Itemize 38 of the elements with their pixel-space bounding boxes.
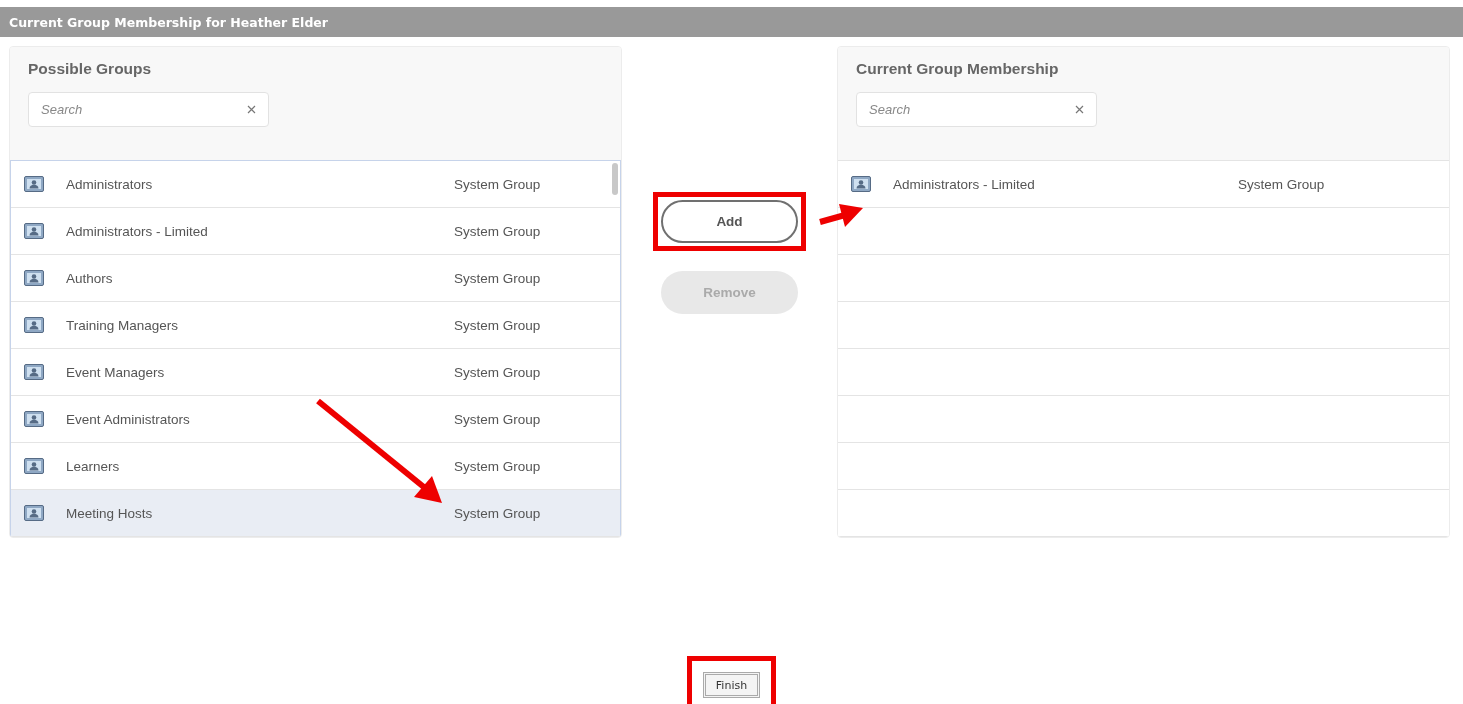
- search-box[interactable]: Search: [856, 92, 1097, 127]
- group-icon: [24, 270, 44, 286]
- group-icon: [24, 411, 44, 427]
- group-name: Training Managers: [66, 317, 180, 333]
- group-icon: [24, 223, 44, 239]
- group-icon: [24, 364, 44, 380]
- group-name: Administrators - Limited: [66, 223, 209, 239]
- finish-button[interactable]: Finish: [703, 672, 760, 698]
- group-icon: [24, 317, 44, 333]
- group-name: Learners: [66, 458, 121, 474]
- group-name: Meeting Hosts: [66, 505, 154, 521]
- group-icon: [851, 176, 871, 192]
- group-type: System Group: [454, 411, 541, 427]
- group-type: System Group: [454, 270, 541, 286]
- group-name: Administrators: [66, 176, 154, 192]
- group-name: Administrators - Limited: [893, 176, 1036, 192]
- group-type: System Group: [454, 176, 541, 192]
- group-icon: [24, 505, 44, 521]
- page-title: Current Group Membership for Heather Elder: [0, 7, 1463, 37]
- group-type: System Group: [454, 505, 541, 521]
- clear-icon[interactable]: [247, 105, 256, 114]
- group-name: Authors: [66, 270, 114, 286]
- group-icon: [24, 176, 44, 192]
- group-type: System Group: [454, 364, 541, 380]
- group-icon: [24, 458, 44, 474]
- clear-icon[interactable]: [1075, 105, 1084, 114]
- search-box[interactable]: Search: [28, 92, 269, 127]
- group-type: System Group: [454, 317, 541, 333]
- group-type: System Group: [454, 223, 541, 239]
- panel-title: Current Group Membership: [856, 60, 1060, 78]
- group-name: Event Managers: [66, 364, 166, 380]
- group-type: System Group: [1238, 176, 1325, 192]
- group-row[interactable]: Meeting Hosts System Group: [11, 490, 620, 537]
- scrollbar-thumb[interactable]: [612, 163, 618, 195]
- add-button[interactable]: Add: [661, 200, 798, 243]
- panel-title: Possible Groups: [28, 60, 153, 78]
- group-name: Event Administrators: [66, 411, 191, 427]
- group-type: System Group: [454, 458, 541, 474]
